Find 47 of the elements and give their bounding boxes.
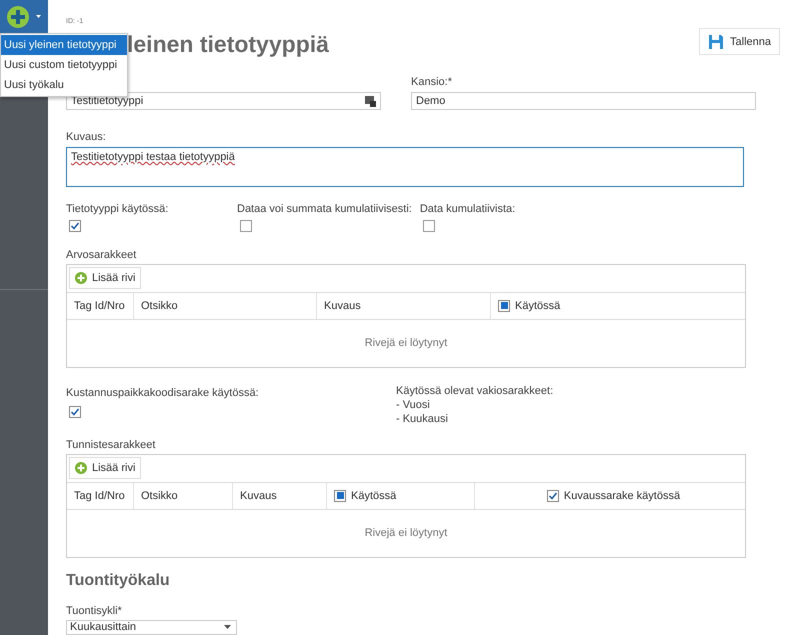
field-label: Tuontisykli* (66, 604, 122, 618)
column-header[interactable]: Otsikko (134, 482, 233, 509)
section-label: Arvosarakkeet (66, 248, 136, 262)
checkbox[interactable] (69, 406, 81, 418)
field-label: Data kumulatiivista: (420, 202, 516, 216)
menu-item[interactable]: Uusi custom tietotyyppi (1, 55, 127, 75)
field-label: Kustannuspaikkakoodisarake käytössä: (66, 386, 259, 400)
checkbox[interactable] (546, 490, 559, 502)
field-label: Kuvaus: (66, 130, 106, 144)
cycle-dropdown[interactable]: Kuukausittain (66, 620, 237, 635)
plus-icon (75, 462, 87, 474)
empty-message: Rivejä ei löytynyt (364, 337, 448, 350)
column-header[interactable]: Käytössä (491, 292, 745, 319)
empty-message: Rivejä ei löytynyt (364, 527, 448, 540)
list-item: - Kuukausi (396, 412, 449, 426)
menu-item[interactable]: Uusi työkalu (1, 75, 127, 95)
column-header[interactable]: Tag Id/Nro (67, 292, 134, 319)
section-heading: Tuontityökalu (66, 572, 170, 590)
checkbox[interactable] (334, 490, 346, 502)
page-title: leinen tietotyyppiä (127, 31, 329, 57)
folder-field[interactable]: Demo (411, 92, 756, 110)
field-label: Kansio:* (411, 75, 453, 89)
column-header[interactable]: Kuvaussarake käytössä (475, 482, 745, 509)
column-header[interactable]: Kuvaus (317, 292, 491, 319)
plus-icon (75, 272, 87, 284)
column-header[interactable]: Käytössä (327, 482, 475, 509)
column-header[interactable]: Otsikko (134, 292, 317, 319)
plus-icon (6, 4, 30, 28)
section-label: Tunnistesarakkeet (66, 438, 156, 452)
add-row-button[interactable]: Lisää rivi (69, 457, 142, 480)
list-item: - Vuosi (396, 398, 431, 412)
column-header[interactable]: Kuvaus (233, 482, 327, 509)
menu-item[interactable]: Uusi yleinen tietotyyppi (1, 35, 127, 55)
field-label: Dataa voi summata kumulatiivisesti: (237, 202, 412, 216)
checkbox[interactable] (69, 220, 81, 232)
checkbox[interactable] (498, 300, 510, 312)
column-header[interactable]: Tag Id/Nro (67, 482, 134, 509)
field-label: Tietotyyppi käytössä: (66, 202, 168, 216)
caret-icon (224, 625, 231, 630)
checkbox[interactable] (422, 220, 435, 232)
add-row-button[interactable]: Lisää rivi (69, 267, 142, 290)
name-field[interactable]: Testitietotyyppi (66, 92, 381, 110)
save-button[interactable]: Tallenna (699, 28, 780, 55)
checkbox[interactable] (240, 220, 252, 232)
description-field[interactable]: Testitietotyyppi testaa tietotyyppiä (66, 147, 744, 187)
caret-icon (36, 15, 41, 18)
info-label: Käytössä olevat vakiosarakkeet: (396, 384, 554, 398)
